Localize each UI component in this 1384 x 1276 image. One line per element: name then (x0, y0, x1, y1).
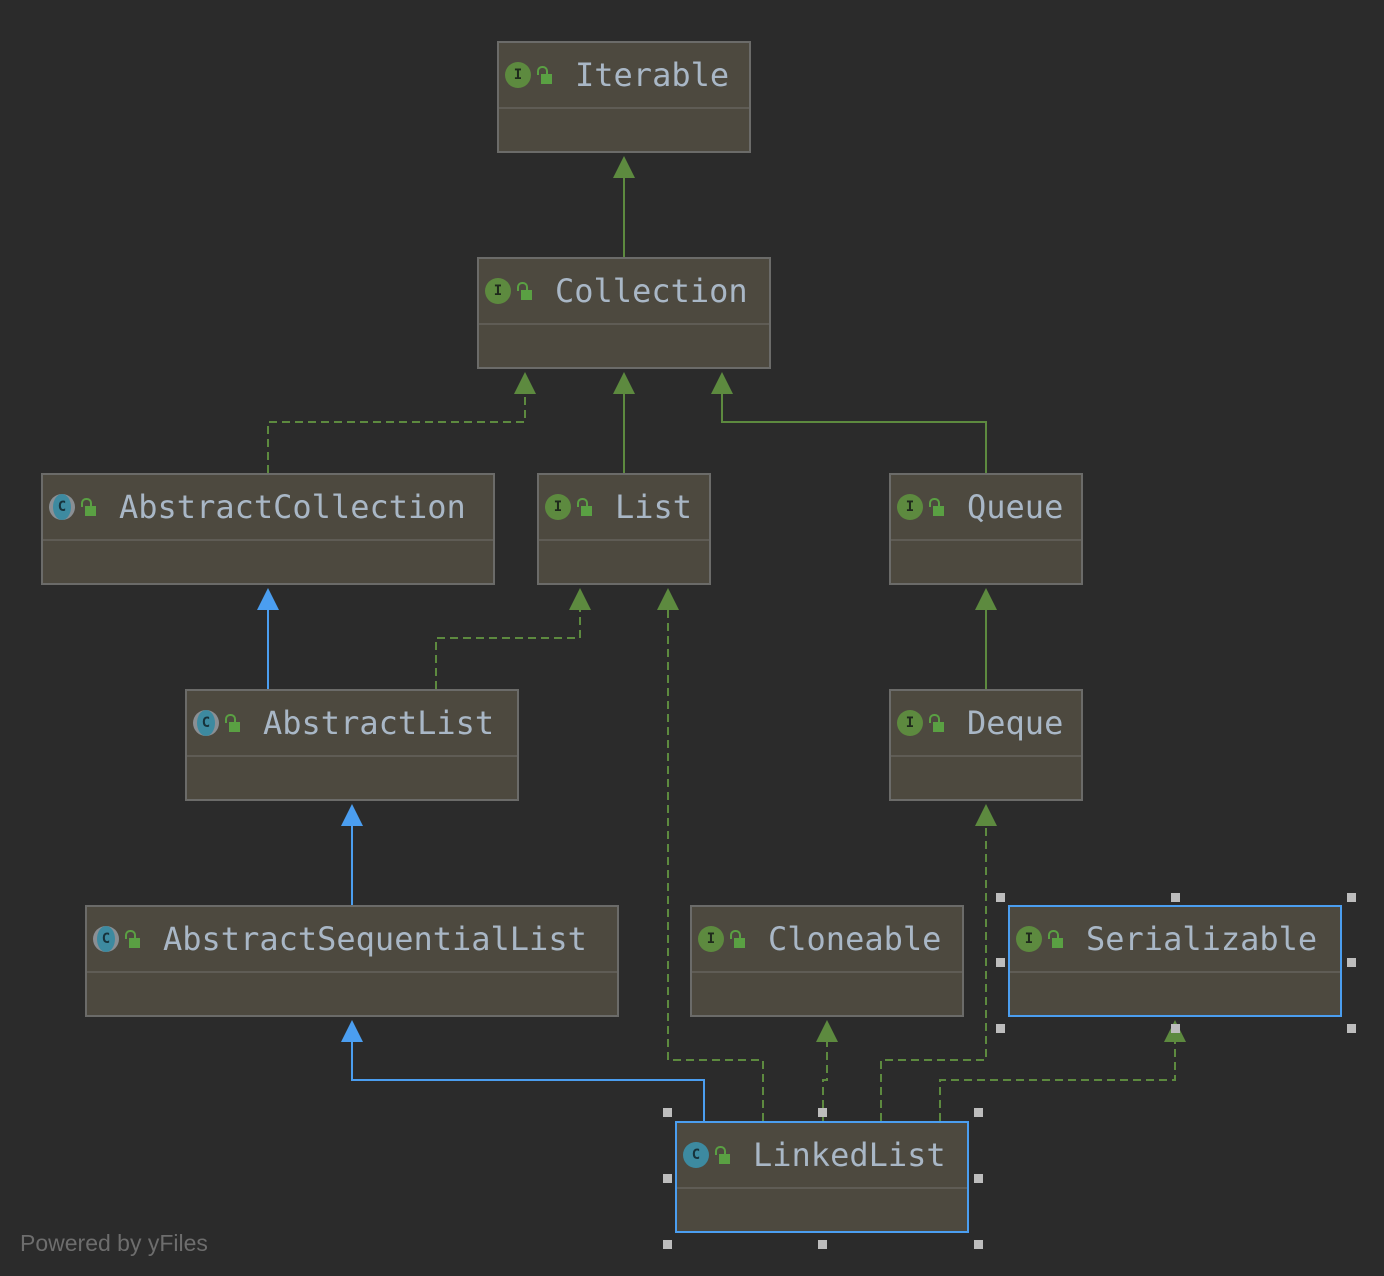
arrowhead (975, 588, 997, 610)
resize-handle[interactable] (996, 893, 1005, 902)
arrowhead (257, 588, 279, 610)
interface-icon: I (545, 494, 571, 520)
resize-handle[interactable] (996, 958, 1005, 967)
resize-handle[interactable] (974, 1174, 983, 1183)
public-lock-icon (929, 497, 945, 517)
interface-icon: I (485, 278, 511, 304)
node-queue[interactable]: I Queue (889, 473, 1083, 585)
public-lock-icon (730, 929, 746, 949)
interface-icon: I (897, 710, 923, 736)
node-label: LinkedList (753, 1136, 946, 1174)
resize-handle[interactable] (663, 1174, 672, 1183)
edge-queue-collection (721, 392, 987, 473)
node-label: Deque (967, 704, 1064, 742)
public-lock-icon (517, 281, 533, 301)
node-header: I Deque (891, 691, 1081, 757)
abstract-class-icon: C (193, 710, 219, 736)
public-lock-icon (225, 713, 241, 733)
resize-handle[interactable] (1171, 893, 1180, 902)
node-cloneable[interactable]: I Cloneable (690, 905, 964, 1017)
node-label: Serializable (1086, 920, 1318, 958)
node-abstract-collection[interactable]: C AbstractCollection (41, 473, 495, 585)
arrowhead (711, 372, 733, 394)
node-label: Collection (555, 272, 748, 310)
interface-icon: I (698, 926, 724, 952)
node-header: I Iterable (499, 43, 749, 109)
public-lock-icon (715, 1145, 731, 1165)
node-collection[interactable]: I Collection (477, 257, 771, 369)
powered-by-footer: Powered by yFiles (20, 1230, 208, 1256)
abstract-class-icon: C (49, 494, 75, 520)
node-label: Cloneable (768, 920, 942, 958)
node-list[interactable]: I List (537, 473, 711, 585)
arrowhead (341, 804, 363, 826)
node-header: I Collection (479, 259, 769, 325)
edge-linkedlist-asl (351, 1040, 705, 1121)
arrowhead (569, 588, 591, 610)
node-label: AbstractList (263, 704, 495, 742)
resize-handle[interactable] (1347, 893, 1356, 902)
arrowhead (613, 372, 635, 394)
node-iterable[interactable]: I Iterable (497, 41, 751, 153)
abstract-class-icon: C (93, 926, 119, 952)
public-lock-icon (1048, 929, 1064, 949)
edges-layer (257, 156, 1186, 1121)
node-serializable[interactable]: I Serializable (1008, 905, 1342, 1017)
resize-handle[interactable] (1171, 1024, 1180, 1033)
interface-icon: I (897, 494, 923, 520)
node-header: C AbstractSequentialList (87, 907, 617, 973)
resize-handle[interactable] (663, 1240, 672, 1249)
interface-icon: I (505, 62, 531, 88)
arrowhead (975, 804, 997, 826)
node-abstract-list[interactable]: C AbstractList (185, 689, 519, 801)
node-label: Iterable (575, 56, 730, 94)
node-header: I Cloneable (692, 907, 962, 973)
public-lock-icon (537, 65, 553, 85)
node-header: C AbstractList (187, 691, 517, 757)
node-abstract-sequential-list[interactable]: C AbstractSequentialList (85, 905, 619, 1017)
node-linked-list[interactable]: C LinkedList (675, 1121, 969, 1233)
node-label: AbstractSequentialList (163, 920, 587, 958)
edge-linkedlist-list (667, 608, 764, 1121)
public-lock-icon (929, 713, 945, 733)
node-deque[interactable]: I Deque (889, 689, 1083, 801)
resize-handle[interactable] (663, 1108, 672, 1117)
node-header: I List (539, 475, 709, 541)
node-header: C LinkedList (677, 1123, 967, 1189)
node-header: C AbstractCollection (43, 475, 493, 541)
arrowhead (816, 1020, 838, 1042)
public-lock-icon (125, 929, 141, 949)
arrowhead (613, 156, 635, 178)
resize-handle[interactable] (974, 1240, 983, 1249)
interface-icon: I (1016, 926, 1042, 952)
edge-abstractcollection-collection (267, 392, 526, 473)
resize-handle[interactable] (1347, 958, 1356, 967)
class-icon: C (683, 1142, 709, 1168)
node-header: I Serializable (1010, 907, 1340, 973)
resize-handle[interactable] (818, 1108, 827, 1117)
resize-handle[interactable] (996, 1024, 1005, 1033)
arrowhead (514, 372, 536, 394)
arrowhead (341, 1020, 363, 1042)
node-label: AbstractCollection (119, 488, 466, 526)
public-lock-icon (577, 497, 593, 517)
resize-handle[interactable] (974, 1108, 983, 1117)
node-label: Queue (967, 488, 1064, 526)
node-label: List (615, 488, 693, 526)
resize-handle[interactable] (1347, 1024, 1356, 1033)
arrowhead (657, 588, 679, 610)
node-header: I Queue (891, 475, 1081, 541)
public-lock-icon (81, 497, 97, 517)
resize-handle[interactable] (818, 1240, 827, 1249)
edge-abstractlist-list (435, 608, 581, 689)
